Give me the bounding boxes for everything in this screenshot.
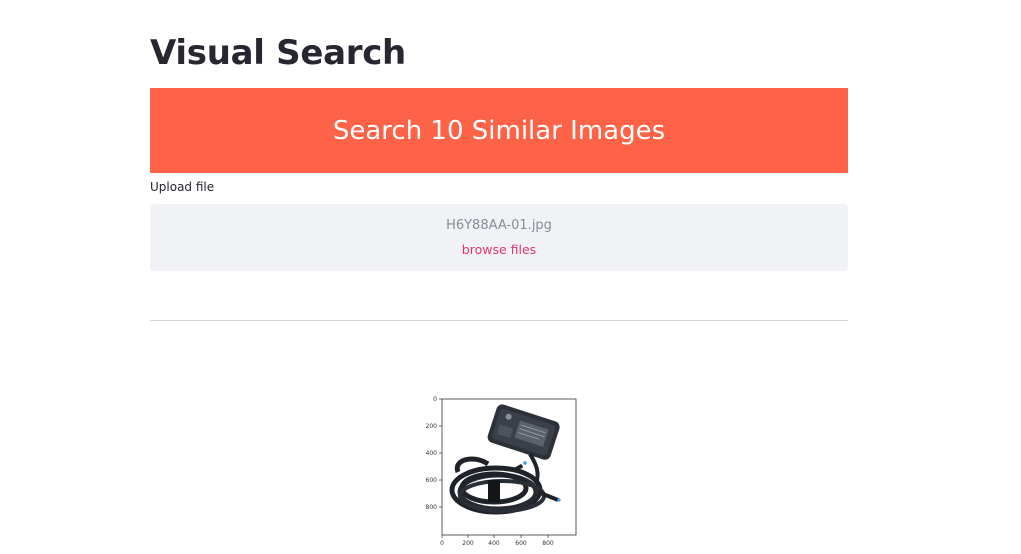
y-tick-label: 800 [426,504,438,511]
banner-label: Search 10 Similar Images [332,115,666,146]
x-axis: 0 200 400 600 800 [440,535,554,547]
x-tick-label: 400 [488,540,500,547]
x-tick-label: 0 [440,540,444,547]
result-image-plot: 0 200 400 600 800 0 200 400 600 800 [426,396,577,547]
x-tick-label: 600 [515,540,527,547]
y-tick-label: 0 [433,396,437,403]
browse-files-button[interactable]: browse files [462,242,536,257]
x-tick-label: 800 [542,540,554,547]
search-similar-banner: Search 10 Similar Images [150,88,848,173]
x-tick-label: 200 [462,540,474,547]
section-divider [150,320,848,321]
file-dropzone[interactable]: H6Y88AA-01.jpg browse files [150,204,848,271]
page-title: Visual Search [150,33,406,73]
y-tick-label: 400 [426,450,438,457]
y-tick-label: 200 [426,423,438,430]
y-tick-label: 600 [426,477,438,484]
upload-file-label: Upload file [150,180,215,194]
y-axis: 0 200 400 600 800 [426,396,442,511]
uploaded-file-name: H6Y88AA-01.jpg [446,218,552,233]
